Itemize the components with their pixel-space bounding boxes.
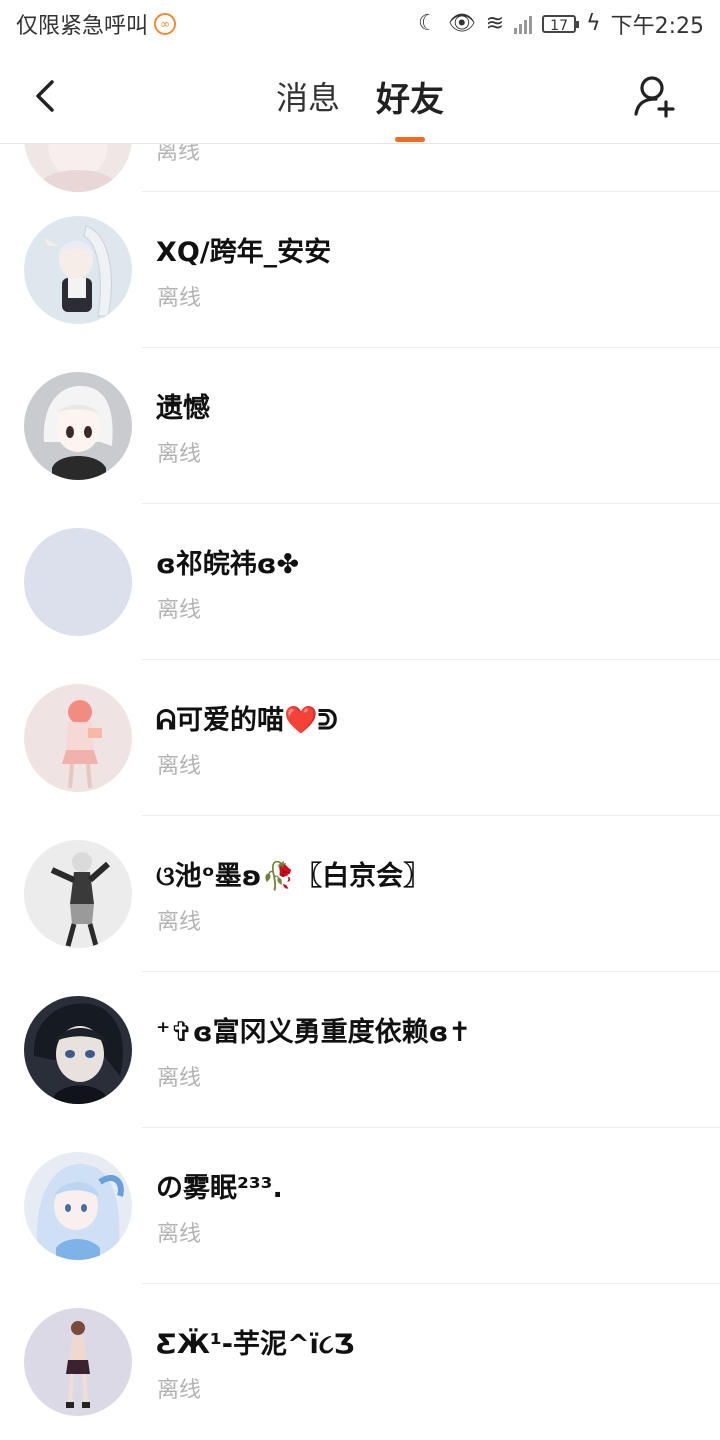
status-right: ☾ 👁 ≋ 17 ϟ 下午2:25	[418, 8, 704, 40]
tab-friends-label: 好友	[376, 79, 444, 120]
signal-icon	[514, 14, 533, 34]
friend-name: ⁺✞ɞ富冈义勇重度依赖ɞ✝	[156, 1017, 471, 1048]
moon-icon: ☾	[417, 11, 438, 36]
active-tab-indicator	[395, 137, 425, 142]
avatar	[24, 144, 132, 192]
friend-name: の雾眠²³³.	[156, 1173, 283, 1204]
avatar	[24, 1152, 132, 1260]
list-item[interactable]: XQ/跨年_安安 离线	[0, 192, 720, 348]
tab-messages[interactable]: 消息	[276, 48, 340, 144]
list-item[interactable]: ᕱ可爱的喵❤️ᕲ 离线	[0, 660, 720, 816]
friend-status: 离线	[157, 754, 202, 779]
friend-list[interactable]: 离线 XQ/跨年_安安 离线 遗憾 离线 ɞ祁皖祎ɞ✤ 离线 ᕱ可爱的喵❤️ᕲ …	[0, 144, 720, 1440]
status-bar: 仅限紧急呼叫 ∞ ☾ 👁 ≋ 17 ϟ 下午2:25	[0, 0, 720, 48]
notification-icon: ∞	[154, 13, 177, 35]
friend-status: 离线	[157, 910, 202, 935]
friend-name: ᕱ可爱的喵❤️ᕲ	[156, 705, 338, 736]
avatar	[24, 996, 132, 1104]
friend-status: 离线	[157, 1222, 202, 1247]
list-item[interactable]: ⁺✞ɞ富冈义勇重度依赖ɞ✝ 离线	[0, 972, 720, 1128]
avatar	[24, 216, 132, 324]
avatar	[24, 1308, 132, 1416]
friend-name: ƸӜ¹-芋泥^ï૮Ʒ	[156, 1329, 355, 1360]
clock-text: 下午2:25	[610, 14, 704, 39]
header: 消息 好友	[0, 48, 720, 144]
friend-name: 遗憾	[156, 393, 210, 424]
list-item-partial[interactable]: 离线	[0, 144, 720, 192]
friend-name: ɞ祁皖祎ɞ✤	[156, 549, 300, 580]
list-item[interactable]: ɞ祁皖祎ɞ✤ 离线	[0, 504, 720, 660]
wifi-icon: ≋	[485, 11, 505, 36]
status-left: 仅限紧急呼叫 ∞	[16, 8, 177, 40]
battery-icon: 17	[542, 15, 580, 34]
friend-status: 离线	[157, 598, 202, 623]
add-user-icon	[634, 76, 675, 118]
friend-status: 离线	[157, 1066, 202, 1091]
carrier-text: 仅限紧急呼叫	[16, 14, 149, 39]
friend-name: ଓ池ᵒ墨ʚ🥀〖白京会〗	[156, 861, 431, 892]
friend-status: 离线	[157, 286, 202, 311]
tab-bar: 消息 好友	[0, 48, 720, 144]
avatar	[24, 840, 132, 948]
list-item[interactable]: 遗憾 离线	[0, 348, 720, 504]
friend-status: 离线	[157, 442, 202, 467]
avatar	[24, 528, 132, 636]
avatar	[24, 684, 132, 792]
eye-icon: 👁	[447, 11, 476, 36]
add-friend-button[interactable]	[632, 72, 680, 120]
tab-messages-label: 消息	[275, 79, 340, 117]
list-item[interactable]: ƸӜ¹-芋泥^ï૮Ʒ 离线	[0, 1284, 720, 1440]
tab-friends[interactable]: 好友	[376, 48, 444, 144]
friend-status: 离线	[156, 144, 201, 165]
list-item[interactable]: の雾眠²³³. 离线	[0, 1128, 720, 1284]
list-item[interactable]: ଓ池ᵒ墨ʚ🥀〖白京会〗 离线	[0, 816, 720, 972]
avatar	[24, 372, 132, 480]
charging-icon: ϟ	[586, 11, 601, 36]
friend-name: XQ/跨年_安安	[156, 237, 332, 268]
friend-status: 离线	[157, 1378, 202, 1403]
